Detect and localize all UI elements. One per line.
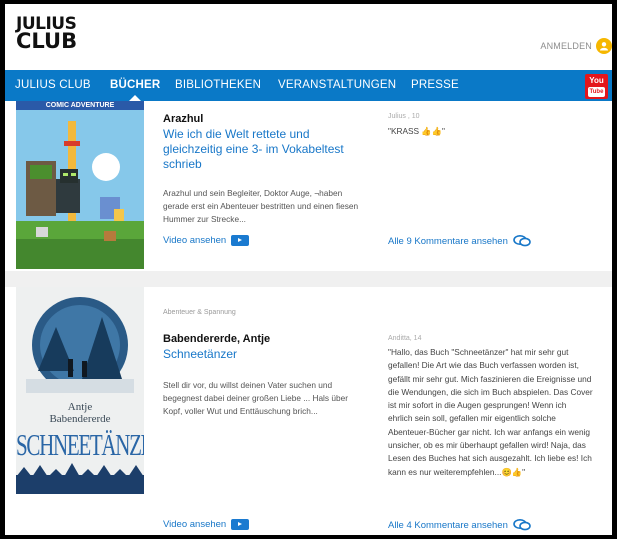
book-title-link[interactable]: Wie ich die Welt rettete und gleichzeiti… xyxy=(163,127,363,172)
login-button[interactable]: ANMELDEN xyxy=(540,36,612,56)
book-category: Abenteuer & Spannung xyxy=(163,309,236,316)
cover-title: SCHNEETÄNZER xyxy=(16,427,144,463)
book-cover-image[interactable]: COMIC ADVENTURE xyxy=(16,101,144,269)
cover-author-line2: Babendererde xyxy=(49,413,111,425)
cover-banner: COMIC ADVENTURE xyxy=(45,102,115,109)
video-link[interactable]: Video ansehen xyxy=(163,235,250,246)
comments-link-label: Alle 4 Kommentare ansehen xyxy=(388,519,508,531)
nav-item-julius-club[interactable]: JULIUS CLUB xyxy=(15,70,91,101)
logo-line2: CLUB xyxy=(16,29,78,53)
book-author: Babendererde, Antje xyxy=(163,333,271,345)
site-header: JULIUS CLUB ANMELDEN xyxy=(5,4,612,70)
nav-item-veranstaltungen[interactable]: VERANSTALTUNGEN xyxy=(278,70,396,101)
comments-link-label: Alle 9 Kommentare ansehen xyxy=(388,235,508,247)
card-separator xyxy=(5,271,612,287)
nav-item-presse[interactable]: PRESSE xyxy=(411,70,459,101)
book-title-link[interactable]: Schneetänzer xyxy=(163,347,363,362)
book-author: Arazhul xyxy=(163,113,204,125)
comment-bubble-icon xyxy=(513,519,531,531)
book-description: Arazhul und sein Begleiter, Doktor Auge,… xyxy=(163,188,359,224)
comments-link[interactable]: Alle 4 Kommentare ansehen xyxy=(388,519,531,531)
comments-link[interactable]: Alle 9 Kommentare ansehen xyxy=(388,235,531,247)
main-nav: JULIUS CLUB BÜCHER BIBLIOTHEKEN VERANSTA… xyxy=(5,70,612,101)
nav-item-bibliotheken[interactable]: BIBLIOTHEKEN xyxy=(175,70,261,101)
book-card: Antje Babendererde SCHNEETÄNZER Abenteue… xyxy=(5,287,612,535)
comic-cover-art xyxy=(16,101,144,269)
book-cover-image[interactable]: Antje Babendererde SCHNEETÄNZER xyxy=(16,287,144,494)
cover-author-line1: Antje xyxy=(67,401,93,413)
julius-club-logo[interactable]: JULIUS CLUB xyxy=(16,16,96,53)
video-label: Video ansehen xyxy=(163,235,227,246)
user-icon xyxy=(596,38,612,54)
cover-author: Antje Babendererde xyxy=(16,401,144,425)
comment-text: "Hallo, das Buch "Schneetänzer" hat mir … xyxy=(388,347,593,477)
comment-text: "KRASS 👍👍" xyxy=(388,126,445,136)
comment-author: Julius , 10 xyxy=(388,113,420,120)
play-icon xyxy=(231,235,250,246)
youtube-label-top: You xyxy=(589,76,604,85)
video-link[interactable]: Video ansehen xyxy=(163,519,250,530)
comment-bubble-icon xyxy=(513,235,531,247)
book-card: COMIC ADVENTURE Arazhul Wie ich die Welt… xyxy=(5,101,612,271)
login-label: ANMELDEN xyxy=(540,41,592,51)
youtube-label-bottom: Tube xyxy=(588,87,605,97)
play-icon xyxy=(231,519,250,530)
video-label: Video ansehen xyxy=(163,519,227,530)
comment-author: Anditta, 14 xyxy=(388,335,422,342)
page-frame: JULIUS CLUB ANMELDEN JULIUS CLUB BÜCHER … xyxy=(5,4,612,535)
youtube-icon[interactable]: You Tube xyxy=(585,74,608,99)
nav-item-buecher[interactable]: BÜCHER xyxy=(110,70,160,101)
book-description: Stell dir vor, du willst deinen Vater su… xyxy=(163,380,348,416)
